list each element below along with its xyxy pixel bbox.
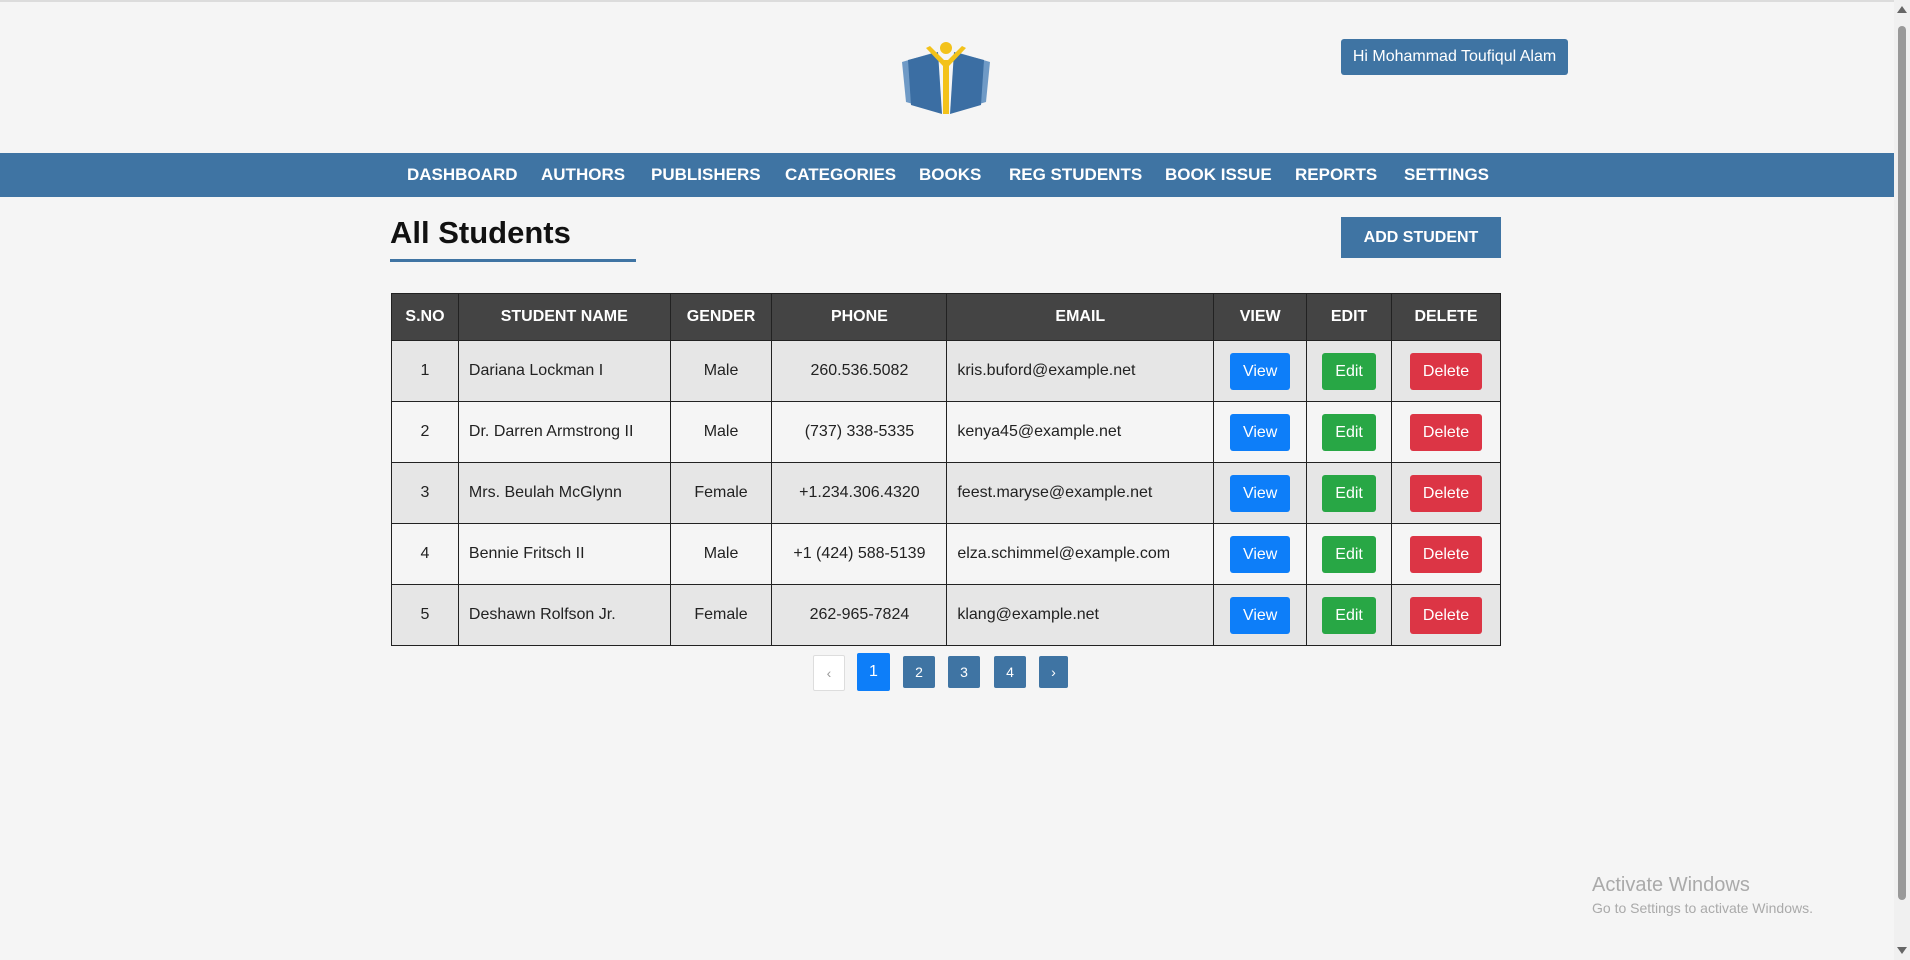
view-button[interactable]: View	[1230, 596, 1291, 634]
open-book-person-icon[interactable]	[896, 40, 996, 116]
cell-delete: Delete	[1391, 340, 1501, 402]
cell-edit: Edit	[1306, 401, 1393, 463]
pagination-prev[interactable]: ‹	[813, 655, 845, 691]
nav-book-issue[interactable]: BOOK ISSUE	[1165, 153, 1272, 197]
user-greeting-button[interactable]: Hi Mohammad Toufiqul Alam	[1341, 39, 1568, 75]
table-row: 3 Mrs. Beulah McGlynn Female +1.234.306.…	[391, 462, 1501, 524]
cell-phone: +1.234.306.4320	[771, 462, 948, 524]
cell-delete: Delete	[1391, 584, 1501, 646]
cell-email: klang@example.net	[946, 584, 1215, 646]
table-row: 1 Dariana Lockman I Male 260.536.5082 kr…	[391, 340, 1501, 402]
students-table: S.NO STUDENT NAME GENDER PHONE EMAIL VIE…	[391, 293, 1501, 646]
cell-student-name: Dariana Lockman I	[457, 340, 671, 402]
table-row: 2 Dr. Darren Armstrong II Male (737) 338…	[391, 401, 1501, 463]
cell-gender: Male	[669, 523, 773, 585]
cell-phone: (737) 338-5335	[771, 401, 948, 463]
edit-button[interactable]: Edit	[1322, 413, 1377, 451]
delete-button[interactable]: Delete	[1410, 413, 1483, 451]
page-title: All Students	[390, 215, 571, 250]
col-header-sno: S.NO	[391, 293, 459, 341]
edit-button[interactable]: Edit	[1322, 535, 1377, 573]
col-header-student-name: STUDENT NAME	[457, 293, 671, 341]
nav-books[interactable]: BOOKS	[919, 153, 981, 197]
cell-phone: 262-965-7824	[771, 584, 948, 646]
cell-gender: Male	[669, 340, 773, 402]
edit-button[interactable]: Edit	[1322, 596, 1377, 634]
watermark-title: Activate Windows	[1592, 874, 1750, 896]
nav-settings[interactable]: SETTINGS	[1404, 153, 1489, 197]
header: Hi Mohammad Toufiqul Alam	[0, 2, 1894, 153]
nav-reg-students[interactable]: REG STUDENTS	[1009, 153, 1142, 197]
cell-gender: Male	[669, 401, 773, 463]
delete-button[interactable]: Delete	[1410, 596, 1483, 634]
pagination-page-4[interactable]: 4	[994, 656, 1026, 688]
col-header-view: VIEW	[1213, 293, 1308, 341]
nav-reports[interactable]: REPORTS	[1295, 153, 1377, 197]
edit-button[interactable]: Edit	[1322, 474, 1377, 512]
pagination-page-1[interactable]: 1	[857, 653, 890, 691]
cell-phone: 260.536.5082	[771, 340, 948, 402]
table-row: 4 Bennie Fritsch II Male +1 (424) 588-51…	[391, 523, 1501, 585]
add-student-button[interactable]: ADD STUDENT	[1341, 217, 1501, 258]
cell-sno: 5	[391, 584, 459, 646]
cell-student-name: Deshawn Rolfson Jr.	[457, 584, 671, 646]
view-button[interactable]: View	[1230, 474, 1291, 512]
cell-edit: Edit	[1306, 340, 1393, 402]
activate-windows-watermark: Activate Windows Go to Settings to activ…	[1592, 874, 1813, 916]
cell-student-name: Dr. Darren Armstrong II	[457, 401, 671, 463]
table-header-row: S.NO STUDENT NAME GENDER PHONE EMAIL VIE…	[391, 293, 1501, 341]
title-underline	[390, 259, 636, 262]
cell-view: View	[1213, 584, 1308, 646]
cell-edit: Edit	[1306, 523, 1393, 585]
cell-view: View	[1213, 401, 1308, 463]
scroll-thumb[interactable]	[1898, 26, 1906, 900]
col-header-delete: DELETE	[1391, 293, 1501, 341]
col-header-email: EMAIL	[946, 293, 1215, 341]
cell-sno: 1	[391, 340, 459, 402]
cell-student-name: Bennie Fritsch II	[457, 523, 671, 585]
pagination-page-2[interactable]: 2	[903, 656, 935, 688]
cell-email: kenya45@example.net	[946, 401, 1215, 463]
cell-delete: Delete	[1391, 401, 1501, 463]
delete-button[interactable]: Delete	[1410, 535, 1483, 573]
pagination-next[interactable]: ›	[1039, 656, 1068, 688]
cell-email: feest.maryse@example.net	[946, 462, 1215, 524]
main-nav: DASHBOARD AUTHORS PUBLISHERS CATEGORIES …	[0, 153, 1894, 197]
cell-email: kris.buford@example.net	[946, 340, 1215, 402]
cell-delete: Delete	[1391, 462, 1501, 524]
cell-email: elza.schimmel@example.com	[946, 523, 1215, 585]
cell-sno: 2	[391, 401, 459, 463]
cell-view: View	[1213, 462, 1308, 524]
cell-phone: +1 (424) 588-5139	[771, 523, 948, 585]
cell-view: View	[1213, 523, 1308, 585]
scroll-down-icon[interactable]	[1897, 947, 1907, 954]
scroll-up-icon[interactable]	[1897, 6, 1907, 13]
delete-button[interactable]: Delete	[1410, 474, 1483, 512]
cell-sno: 3	[391, 462, 459, 524]
nav-publishers[interactable]: PUBLISHERS	[651, 153, 761, 197]
edit-button[interactable]: Edit	[1322, 352, 1377, 390]
cell-gender: Female	[669, 462, 773, 524]
watermark-subtitle: Go to Settings to activate Windows.	[1592, 900, 1813, 916]
cell-view: View	[1213, 340, 1308, 402]
cell-edit: Edit	[1306, 462, 1393, 524]
cell-gender: Female	[669, 584, 773, 646]
col-header-gender: GENDER	[669, 293, 773, 341]
pagination-page-3[interactable]: 3	[948, 656, 980, 688]
vertical-scrollbar[interactable]	[1894, 0, 1910, 960]
col-header-phone: PHONE	[771, 293, 948, 341]
col-header-edit: EDIT	[1306, 293, 1393, 341]
table-row: 5 Deshawn Rolfson Jr. Female 262-965-782…	[391, 584, 1501, 646]
cell-edit: Edit	[1306, 584, 1393, 646]
nav-dashboard[interactable]: DASHBOARD	[407, 153, 518, 197]
nav-authors[interactable]: AUTHORS	[541, 153, 625, 197]
cell-sno: 4	[391, 523, 459, 585]
cell-delete: Delete	[1391, 523, 1501, 585]
delete-button[interactable]: Delete	[1410, 352, 1483, 390]
view-button[interactable]: View	[1230, 352, 1291, 390]
cell-student-name: Mrs. Beulah McGlynn	[457, 462, 671, 524]
view-button[interactable]: View	[1230, 413, 1291, 451]
view-button[interactable]: View	[1230, 535, 1291, 573]
nav-categories[interactable]: CATEGORIES	[785, 153, 896, 197]
